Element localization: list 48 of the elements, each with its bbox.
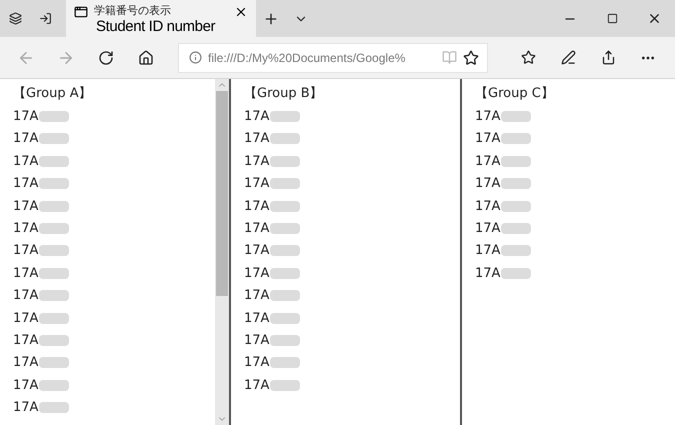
student-id: 17A [244,221,270,236]
student-id: 17A [244,333,270,348]
student-id: 17A [244,266,270,281]
student-id: 17A [244,198,270,214]
student-id: 17A [475,176,500,192]
student-id: 17A [244,131,270,146]
student-id: 17A [13,378,38,393]
annotation-label: Student ID number [96,19,216,34]
student-id: 17A [13,333,38,348]
student-id: 17A [475,131,500,146]
student-id: 17A [13,243,38,258]
address-text: file:///D:/My%20Documents/Google% [208,50,406,64]
student-id: 17A [13,355,38,370]
student-id: 17A [13,198,38,214]
student-id: 17A [475,109,500,124]
student-id: 17A [13,154,38,169]
star-icon[interactable] [463,50,479,66]
student-id: 17A [13,288,38,304]
student-id: 17A [244,109,270,124]
student-id: 17A [475,266,500,281]
student-id: 17A [475,154,500,169]
student-id: 17A [244,310,270,326]
student-id: 17A [13,400,38,416]
close-tab-icon[interactable] [234,5,248,19]
student-id: 17A [244,176,270,192]
scrollbar[interactable] [215,79,229,425]
student-id: 17A [13,176,38,192]
student-id: 17A [475,243,500,258]
student-id: 17A [13,109,38,124]
student-id: 17A [475,198,500,214]
group-heading: 【Group B】 [244,85,323,103]
student-id: 17A [244,154,270,169]
student-id: 17A [13,221,38,236]
page-icon [74,5,88,19]
address-bar[interactable]: file:///D:/My%20Documents/Google% [178,42,488,72]
student-id: 17A [244,288,270,304]
info-icon[interactable] [189,51,202,64]
student-id: 17A [244,378,270,393]
group-heading: 【Group C】 [475,85,554,103]
student-id: 17A [244,243,270,258]
book-icon[interactable] [442,50,457,65]
student-id: 17A [13,266,38,281]
student-id: 17A [13,131,38,146]
student-id: 17A [244,355,270,370]
group-heading: 【Group A】 [13,85,92,103]
student-id: 17A [475,221,500,236]
tab-title: 学籍番号の表示 [94,5,172,17]
student-id: 17A [13,310,38,326]
